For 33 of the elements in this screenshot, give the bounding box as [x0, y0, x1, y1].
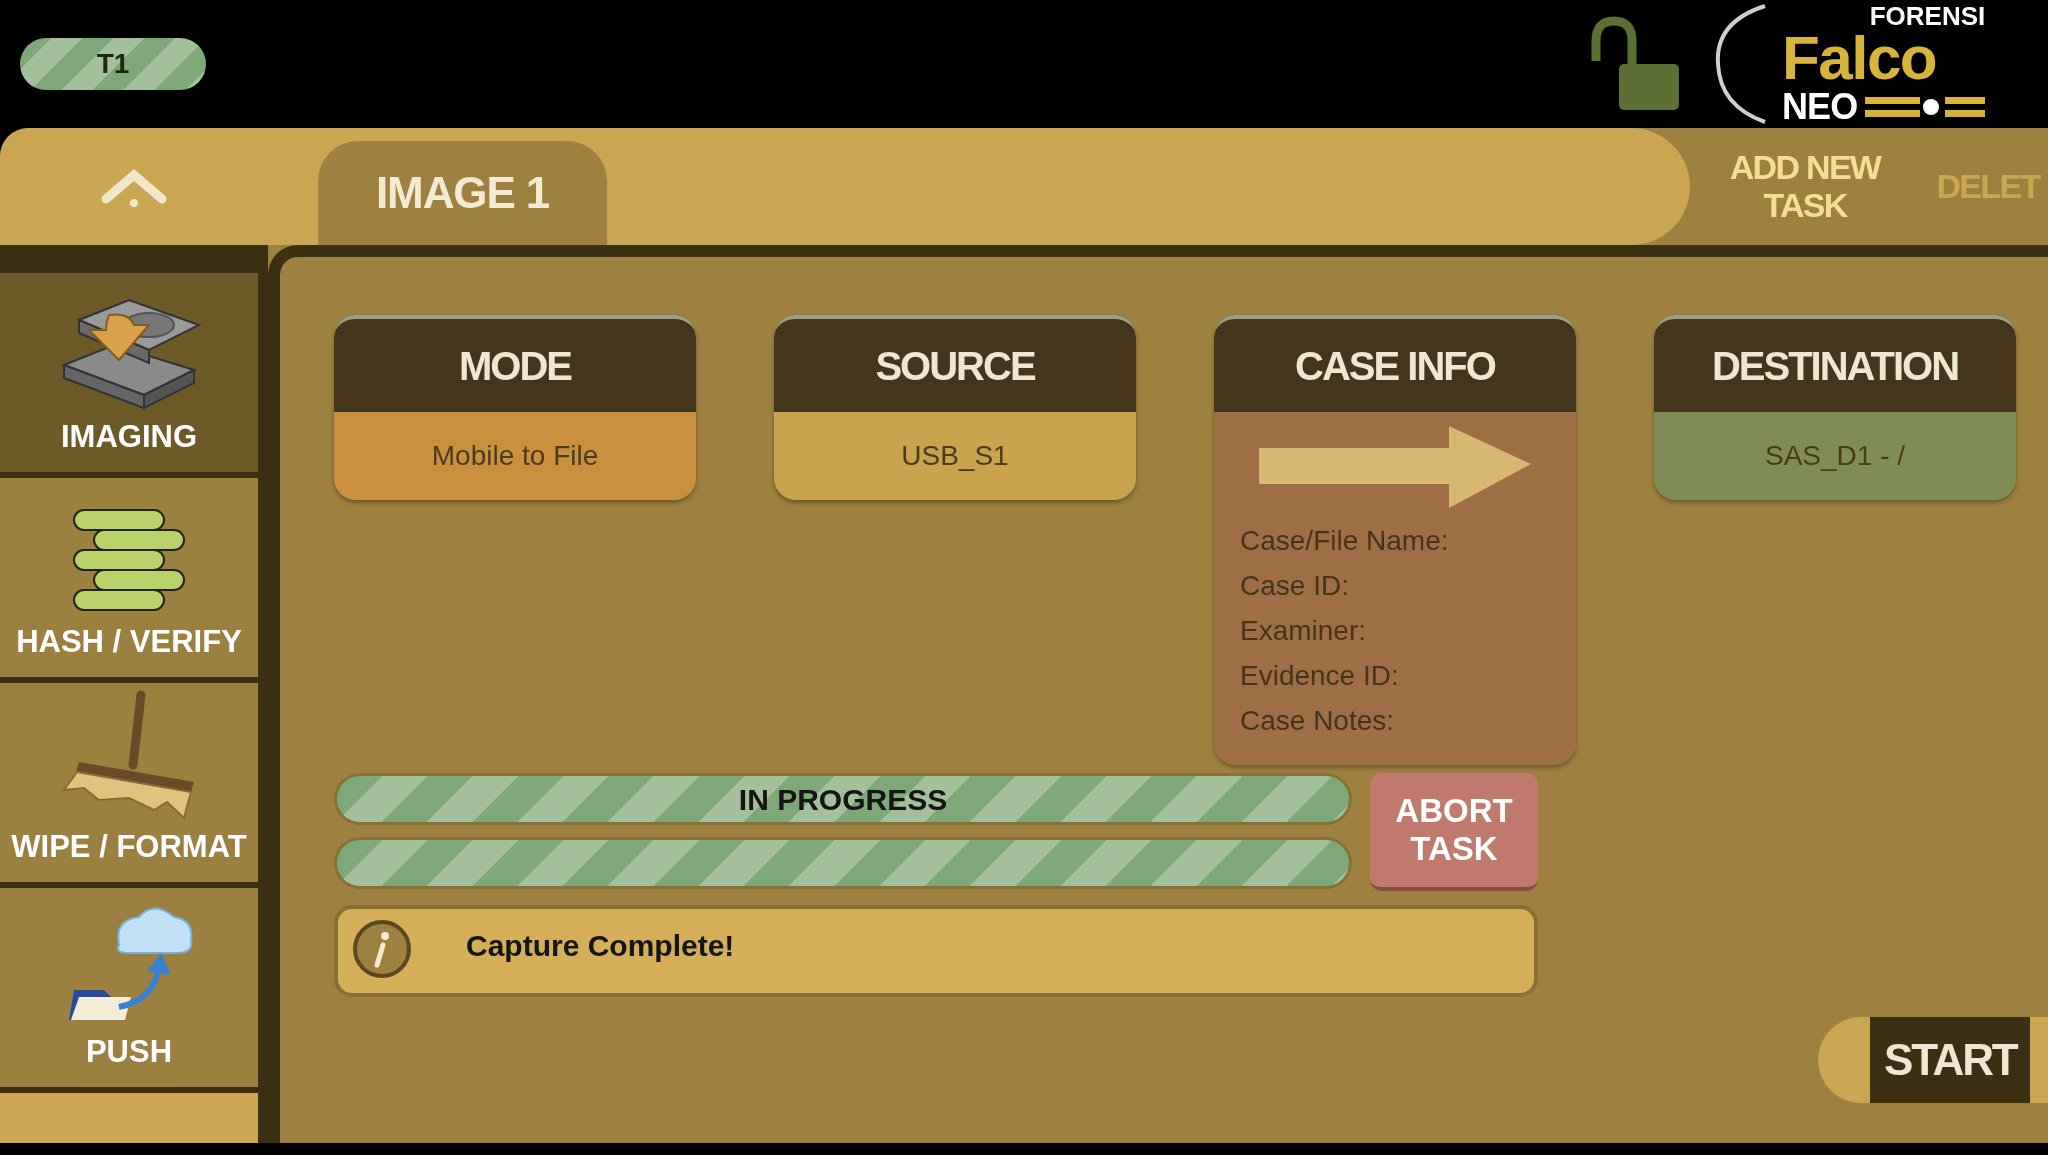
task-card[interactable]: MODE Mobile to File [334, 315, 696, 500]
card-value: SAS_D1 - / [1654, 412, 2016, 500]
arrow-right-icon [1259, 426, 1531, 508]
card-value: USB_S1 [774, 412, 1136, 500]
sidebar-item[interactable] [0, 1093, 258, 1143]
case-field-label: Examiner: [1240, 614, 1368, 648]
sidebar-item[interactable]: IMAGING [0, 273, 258, 472]
card-header: SOURCE [774, 315, 1136, 412]
card-header: CASE INFO [1214, 315, 1576, 412]
progress-status: IN PROGRESS [737, 781, 949, 818]
task-card[interactable]: DESTINATION SAS_D1 - / [1654, 315, 2016, 500]
case-field-label: Case Notes: [1240, 704, 1396, 738]
card-value: Mobile to File [334, 412, 696, 500]
case-field-label: Evidence ID: [1240, 659, 1400, 693]
task-card[interactable]: SOURCE USB_S1 [774, 315, 1136, 500]
sidebar-item[interactable]: WIPE / FORMAT [0, 683, 258, 882]
case-field-label: Case ID: [1240, 569, 1350, 603]
sidebar-item[interactable]: HASH / VERIFY [0, 478, 258, 677]
card-header: DESTINATION [1654, 315, 2016, 412]
logo-wordmark: Falco [1782, 27, 1937, 89]
start-button[interactable]: START [1870, 1017, 2031, 1103]
logo-subtitle: NEO [1782, 89, 1858, 125]
task-card[interactable]: CASE INFO Case/File Name: Case ID: Examiner: Evidence ID: Case Notes: [1214, 315, 1576, 765]
logo-tagline: FORENSI [1869, 3, 1986, 29]
scroll-up-button[interactable] [0, 128, 268, 245]
status-message: Capture Complete! [466, 928, 735, 964]
logo-stripes-icon [1865, 94, 1986, 120]
sidebar-item[interactable]: PUSH [0, 888, 258, 1087]
abort-task-button[interactable]: ABORT TASK [1370, 773, 1538, 891]
task-badge[interactable]: T1 [20, 38, 206, 90]
card-header: MODE [334, 315, 696, 412]
case-field-label: Case/File Name: [1240, 524, 1450, 558]
info-icon [352, 919, 412, 979]
